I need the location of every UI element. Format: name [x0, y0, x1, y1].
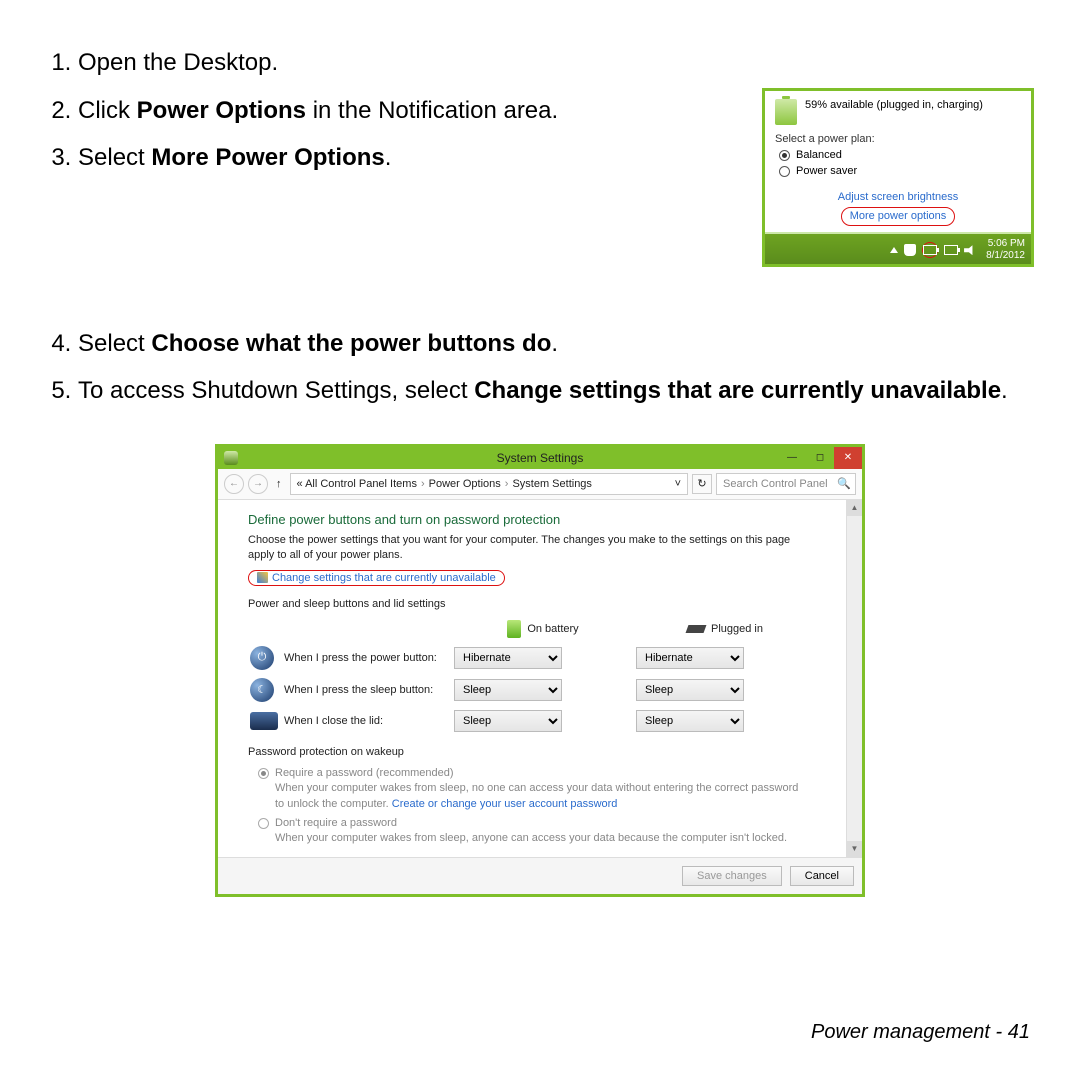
scroll-up-icon[interactable]: ▲ [847, 500, 862, 516]
highlight-circle: More power options [841, 207, 956, 227]
option-require-password[interactable]: Require a password (recommended) When yo… [248, 764, 816, 814]
crumb-power: Power Options [429, 478, 501, 490]
radio-icon [258, 818, 269, 829]
crumb-root: « All Control Panel Items [297, 478, 417, 490]
page-footer: Power management - 41 [811, 1021, 1030, 1044]
crumb-current: System Settings [512, 478, 591, 490]
col-plugged-in: Plugged in [634, 616, 816, 642]
plan-header: Select a power plan: [765, 129, 1031, 147]
breadcrumb[interactable]: « All Control Panel Items › Power Option… [290, 473, 689, 495]
step-1: Open the Desktop. [78, 40, 1030, 86]
tray-icons [890, 242, 976, 258]
sleep-plugged-select[interactable]: Sleep [636, 679, 744, 701]
tray-date: 8/1/2012 [986, 250, 1025, 262]
step-4: Select Choose what the power buttons do. [78, 321, 1030, 367]
cancel-button[interactable]: Cancel [790, 866, 854, 886]
shield-icon [257, 572, 268, 583]
power-plugged-select[interactable]: Hibernate [636, 647, 744, 669]
up-icon[interactable]: ↑ [272, 478, 286, 490]
window-title: System Settings [497, 451, 584, 465]
highlight-circle [922, 242, 938, 258]
section-heading: Define power buttons and turn on passwor… [248, 512, 816, 527]
radio-icon [258, 768, 269, 779]
table-row: ⏻ When I press the power button: Hiberna… [248, 642, 816, 674]
search-icon: 🔍 [837, 477, 851, 490]
row-label: When I close the lid: [282, 706, 452, 736]
power-battery-select[interactable]: Hibernate [454, 647, 562, 669]
option-description: When your computer wakes from sleep, any… [275, 831, 787, 846]
tray-expand-icon[interactable] [890, 247, 898, 253]
maximize-button[interactable]: ◻ [806, 447, 834, 469]
search-input[interactable]: Search Control Panel 🔍 [716, 473, 856, 495]
refresh-button[interactable]: ↻ [692, 474, 712, 494]
chevron-right-icon: › [505, 478, 509, 490]
window-icon [224, 451, 238, 465]
power-settings-table: On battery Plugged in ⏻ When I press the… [248, 616, 816, 736]
battery-status-row: 59% available (plugged in, charging) [765, 91, 1031, 129]
battery-status-text: 59% available (plugged in, charging) [805, 99, 983, 125]
section-description: Choose the power settings that you want … [248, 533, 816, 564]
close-button[interactable]: ✕ [834, 447, 862, 469]
battery-tray-icon[interactable] [923, 245, 937, 255]
chevron-down-icon[interactable]: ˅ [675, 478, 681, 490]
network-icon[interactable] [944, 245, 958, 255]
save-button[interactable]: Save changes [682, 866, 782, 886]
plan-label: Balanced [796, 149, 842, 161]
window-titlebar[interactable]: System Settings — ◻ ✕ [218, 447, 862, 469]
col-on-battery: On battery [452, 616, 634, 642]
lid-battery-select[interactable]: Sleep [454, 710, 562, 732]
table-row: ☾ When I press the sleep button: Sleep S… [248, 674, 816, 706]
nav-bar: ← → ↑ « All Control Panel Items › Power … [218, 469, 862, 500]
popup-links: Adjust screen brightness More power opti… [765, 179, 1031, 232]
option-label: Don't require a password [275, 816, 787, 831]
plan-powersaver[interactable]: Power saver [765, 163, 1031, 179]
row-label: When I press the power button: [282, 642, 452, 674]
more-power-options-link[interactable]: More power options [850, 208, 947, 226]
table-row: When I close the lid: Sleep Sleep [248, 706, 816, 736]
minimize-button[interactable]: — [778, 447, 806, 469]
scroll-down-icon[interactable]: ▼ [847, 841, 862, 857]
plan-label: Power saver [796, 165, 857, 177]
lid-plugged-select[interactable]: Sleep [636, 710, 744, 732]
tray-time: 5:06 PM [986, 238, 1025, 250]
plug-icon [686, 625, 707, 633]
step-5: To access Shutdown Settings, select Chan… [78, 368, 1030, 414]
highlight-circle: Change settings that are currently unava… [248, 570, 505, 586]
power-button-icon: ⏻ [250, 646, 274, 670]
window-footer: Save changes Cancel [218, 857, 862, 894]
subsection-label: Power and sleep buttons and lid settings [248, 598, 816, 610]
system-settings-window: System Settings — ◻ ✕ ← → ↑ « All Contro… [215, 444, 865, 897]
search-placeholder: Search Control Panel [723, 478, 828, 490]
battery-icon [507, 620, 521, 638]
tray-clock[interactable]: 5:06 PM 8/1/2012 [986, 238, 1025, 262]
power-popup: 59% available (plugged in, charging) Sel… [762, 88, 1034, 267]
account-password-link[interactable]: Create or change your user account passw… [392, 798, 618, 810]
forward-button[interactable]: → [248, 474, 268, 494]
lid-icon [250, 712, 278, 730]
row-label: When I press the sleep button: [282, 674, 452, 706]
sleep-button-icon: ☾ [250, 678, 274, 702]
chevron-right-icon: › [421, 478, 425, 490]
subsection-label: Password protection on wakeup [248, 746, 816, 758]
radio-icon [779, 166, 790, 177]
window-content: Define power buttons and turn on passwor… [218, 500, 846, 857]
window-buttons: — ◻ ✕ [778, 447, 862, 469]
adjust-brightness-link[interactable]: Adjust screen brightness [765, 189, 1031, 207]
system-tray: 5:06 PM 8/1/2012 [765, 232, 1031, 264]
option-label: Require a password (recommended) [275, 766, 806, 781]
option-no-password[interactable]: Don't require a password When your compu… [248, 814, 816, 849]
sleep-battery-select[interactable]: Sleep [454, 679, 562, 701]
back-button[interactable]: ← [224, 474, 244, 494]
speaker-icon[interactable] [964, 245, 976, 255]
plan-balanced[interactable]: Balanced [765, 147, 1031, 163]
scrollbar[interactable]: ▲ ▼ [846, 500, 862, 857]
change-settings-link[interactable]: Change settings that are currently unava… [272, 572, 496, 584]
battery-icon [775, 99, 797, 125]
radio-icon [779, 150, 790, 161]
shield-icon[interactable] [904, 244, 916, 256]
